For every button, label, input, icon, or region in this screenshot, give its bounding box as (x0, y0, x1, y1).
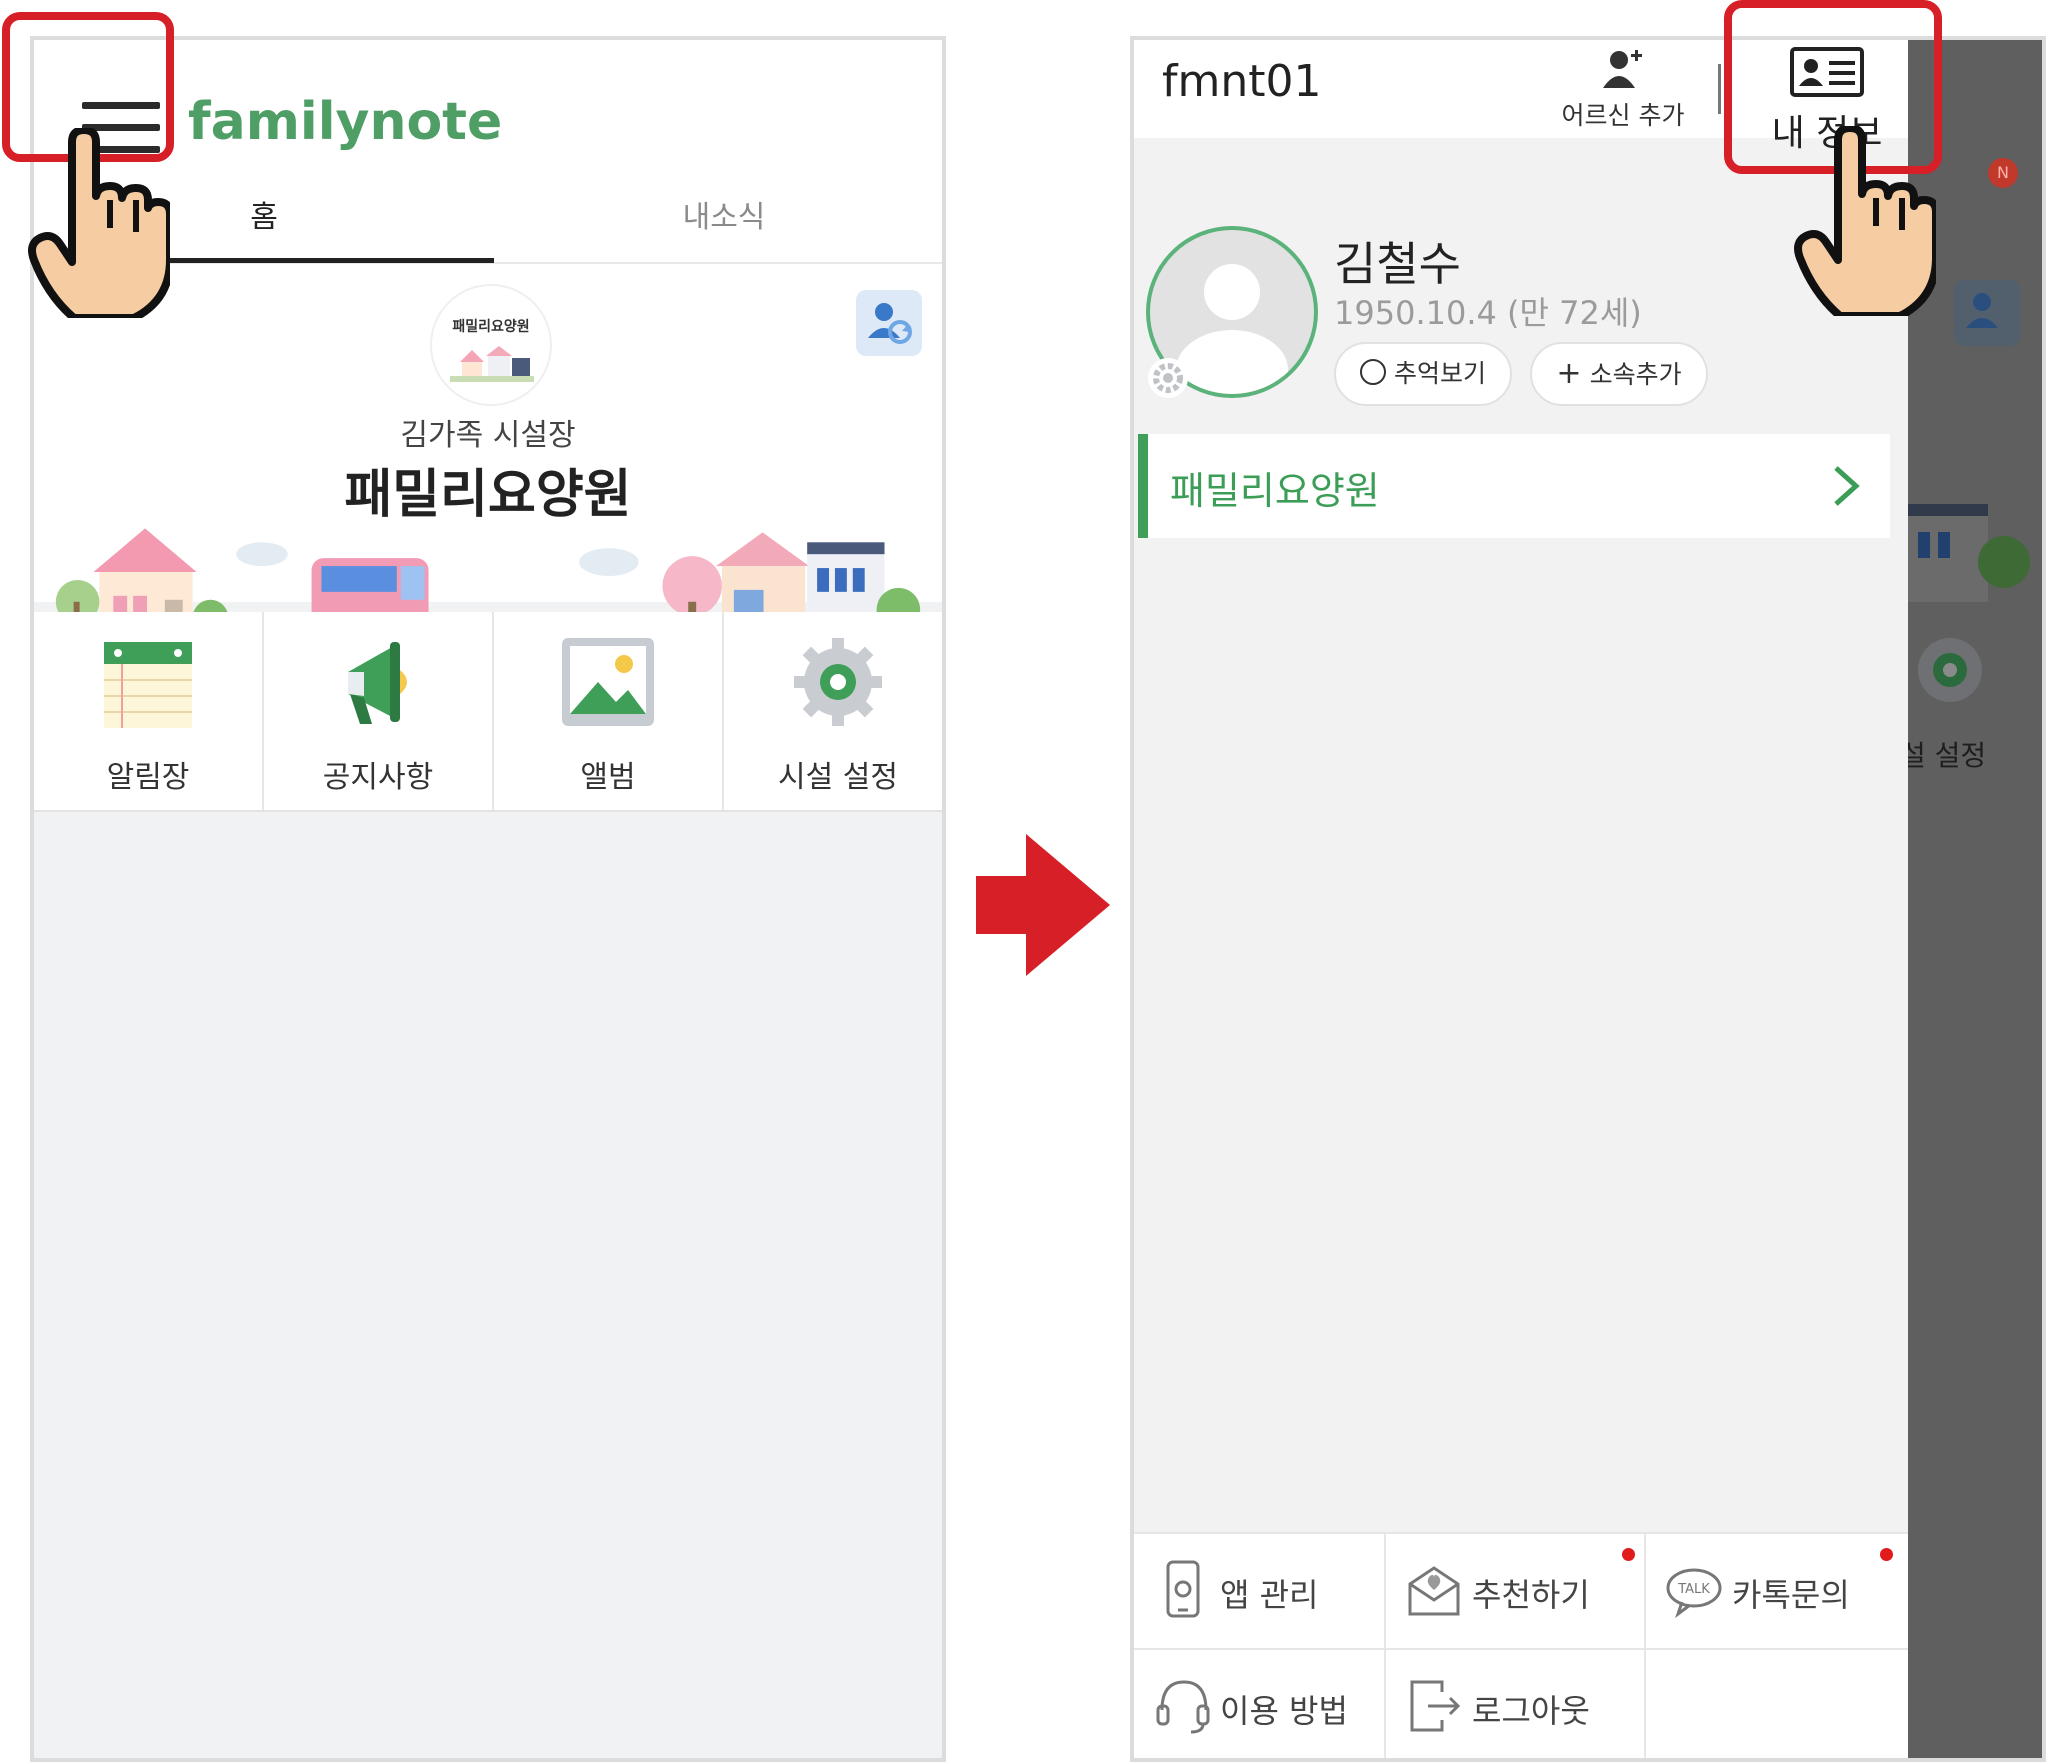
facility-logo-text: 패밀리요양원 (452, 319, 530, 335)
senior-birthdate: 1950.10.4 (만 72세) (1334, 294, 1642, 332)
menu-label: 앨범 (580, 760, 636, 795)
menu-announcements[interactable]: 공지사항 (264, 612, 492, 810)
kakao-talk-icon: TALK (1666, 1568, 1722, 1619)
user-switch-icon (868, 303, 912, 344)
chevron-right-icon (1834, 466, 1860, 506)
app-logo: familynote (188, 92, 503, 152)
menu-bottom-divider (34, 810, 942, 812)
avatar-settings-gear-icon[interactable] (1146, 356, 1190, 400)
add-senior-label: 어르신 추가 (1561, 101, 1685, 130)
switch-senior-button[interactable] (856, 290, 922, 356)
memories-button[interactable]: 추억보기 (1334, 342, 1512, 406)
background-building-illustration (1908, 504, 2030, 602)
app-management-button[interactable]: 앱 관리 (1134, 1534, 1384, 1648)
logout-icon (1410, 1680, 1461, 1732)
memories-button-label: 추억보기 (1393, 359, 1486, 388)
next-step-arrow-icon (976, 834, 1110, 976)
headset-icon (1156, 1680, 1210, 1734)
photo-icon (562, 638, 654, 726)
facility-logo: 패밀리요양원 (430, 284, 552, 406)
phone-settings-icon (1166, 1560, 1200, 1618)
facility-row-label: 패밀리요양원 (1170, 469, 1380, 513)
director-label: 김가족 시설장 (400, 418, 576, 453)
gear-icon (1918, 638, 1982, 702)
grid-label: 추천하기 (1472, 1576, 1590, 1614)
menu-album[interactable]: 앨범 (494, 612, 722, 810)
header-divider (1718, 64, 1721, 114)
svg-text:TALK: TALK (1677, 1582, 1710, 1597)
menu-label: 알림장 (106, 760, 190, 795)
logout-button[interactable]: 로그아웃 (1386, 1650, 1644, 1758)
facility-list-item[interactable]: 패밀리요양원 (1138, 434, 1890, 538)
add-senior-button[interactable]: 어르신 추가 (1554, 48, 1692, 132)
grid-label: 로그아웃 (1472, 1692, 1590, 1730)
add-person-icon (1603, 50, 1642, 88)
notebook-icon (104, 642, 192, 728)
new-badge-dot (1622, 1548, 1635, 1561)
facility-row-accent (1138, 434, 1148, 538)
megaphone-icon (348, 642, 407, 724)
plus-icon: + (1556, 356, 1582, 391)
notification-badge: N (1988, 158, 2018, 188)
grid-label: 카톡문의 (1732, 1576, 1850, 1614)
menu-facility-settings[interactable]: 시설 설정 (724, 612, 942, 810)
senior-name: 김철수 (1334, 237, 1461, 291)
add-affiliation-label: 소속추가 (1589, 360, 1682, 389)
kakao-inquiry-button[interactable]: TALK 카톡문의 (1646, 1534, 1908, 1648)
user-switch-icon (1954, 280, 2020, 346)
menu-label: 공지사항 (322, 760, 434, 795)
user-id: fmnt01 (1162, 56, 1322, 107)
grid-label: 이용 방법 (1220, 1692, 1348, 1730)
menu-notices-book[interactable]: 알림장 (34, 612, 262, 810)
grid-label: 앱 관리 (1220, 1576, 1319, 1614)
gear-icon (794, 638, 882, 726)
pointing-hand-icon (1794, 126, 1936, 316)
envelope-heart-icon (1408, 1566, 1460, 1616)
pointing-hand-icon (28, 128, 170, 318)
new-badge-dot (1880, 1548, 1893, 1561)
recommend-button[interactable]: 추천하기 (1386, 1534, 1644, 1648)
background-menu-label: 설 설정 (1900, 739, 1987, 772)
menu-label: 시설 설정 (778, 760, 898, 795)
tab-my-news[interactable]: 내소식 (494, 192, 942, 236)
add-affiliation-button[interactable]: + 소속추가 (1530, 342, 1708, 406)
how-to-use-button[interactable]: 이용 방법 (1134, 1650, 1384, 1758)
clock-icon (1359, 359, 1386, 385)
